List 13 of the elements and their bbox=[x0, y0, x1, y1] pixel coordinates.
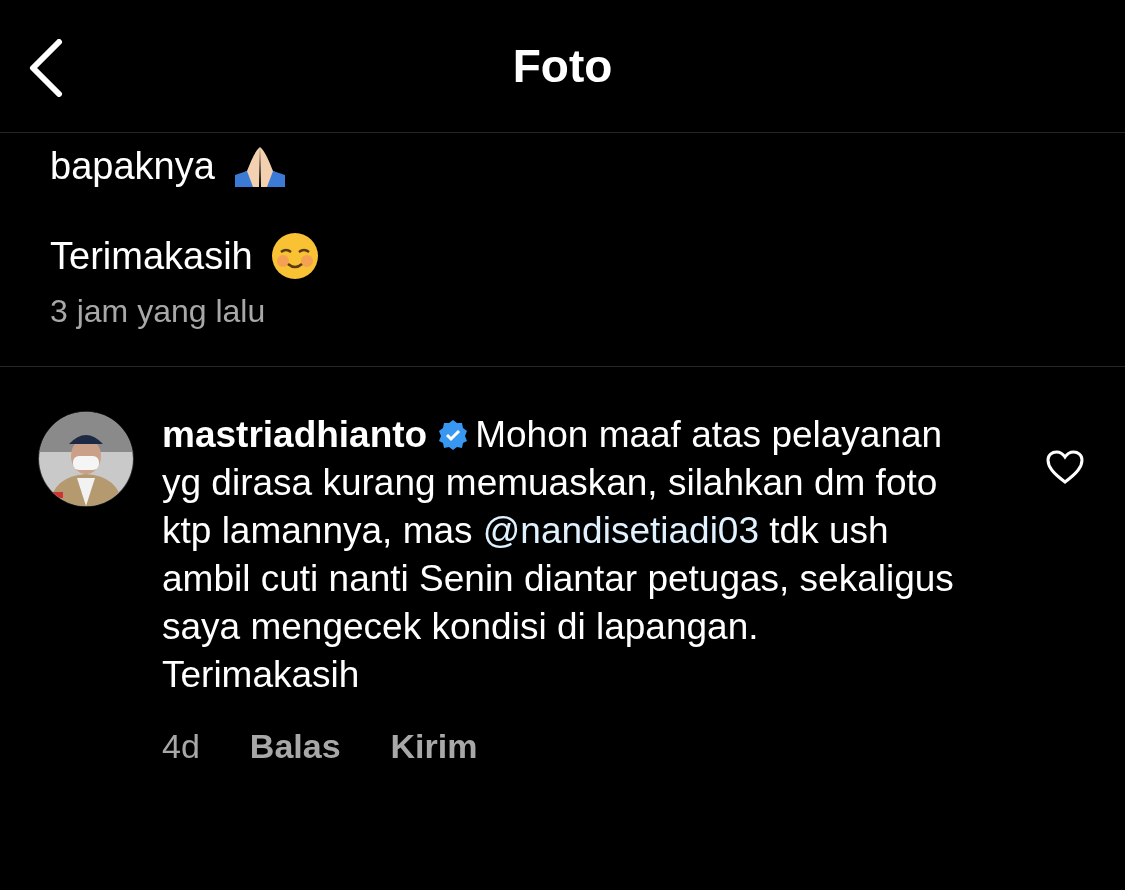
like-button[interactable] bbox=[1045, 449, 1085, 485]
action-button[interactable]: Balas bbox=[249, 727, 341, 766]
comment-text: mastriadhianto Mohon maaf atas pelayanan yg dirasa kurang memuaskan, silahkan dm foto ktp lamannya, mas @nandisetiadi03 tdk ush ambil cuti nanti Senin diantar petugas, sekaligus saya mengecek kondisi di lapangan. Terimakasih bbox=[162, 413, 955, 697]
comment-text: Terimakasih bbox=[50, 234, 253, 278]
username-link[interactable]: mastriadhianto bbox=[162, 414, 428, 455]
smiling-face-icon bbox=[270, 232, 319, 280]
mention-link[interactable]: @nandisetiadi03 bbox=[482, 510, 759, 551]
comment-age: 4d bbox=[162, 727, 200, 766]
comment-time: 3 jam yang lalu bbox=[50, 293, 267, 330]
comment-text: bapaknya bbox=[50, 144, 215, 188]
action-button[interactable]: Kirim bbox=[390, 727, 478, 766]
screen-title: Foto bbox=[512, 39, 613, 93]
praying-hands-icon bbox=[232, 145, 287, 187]
